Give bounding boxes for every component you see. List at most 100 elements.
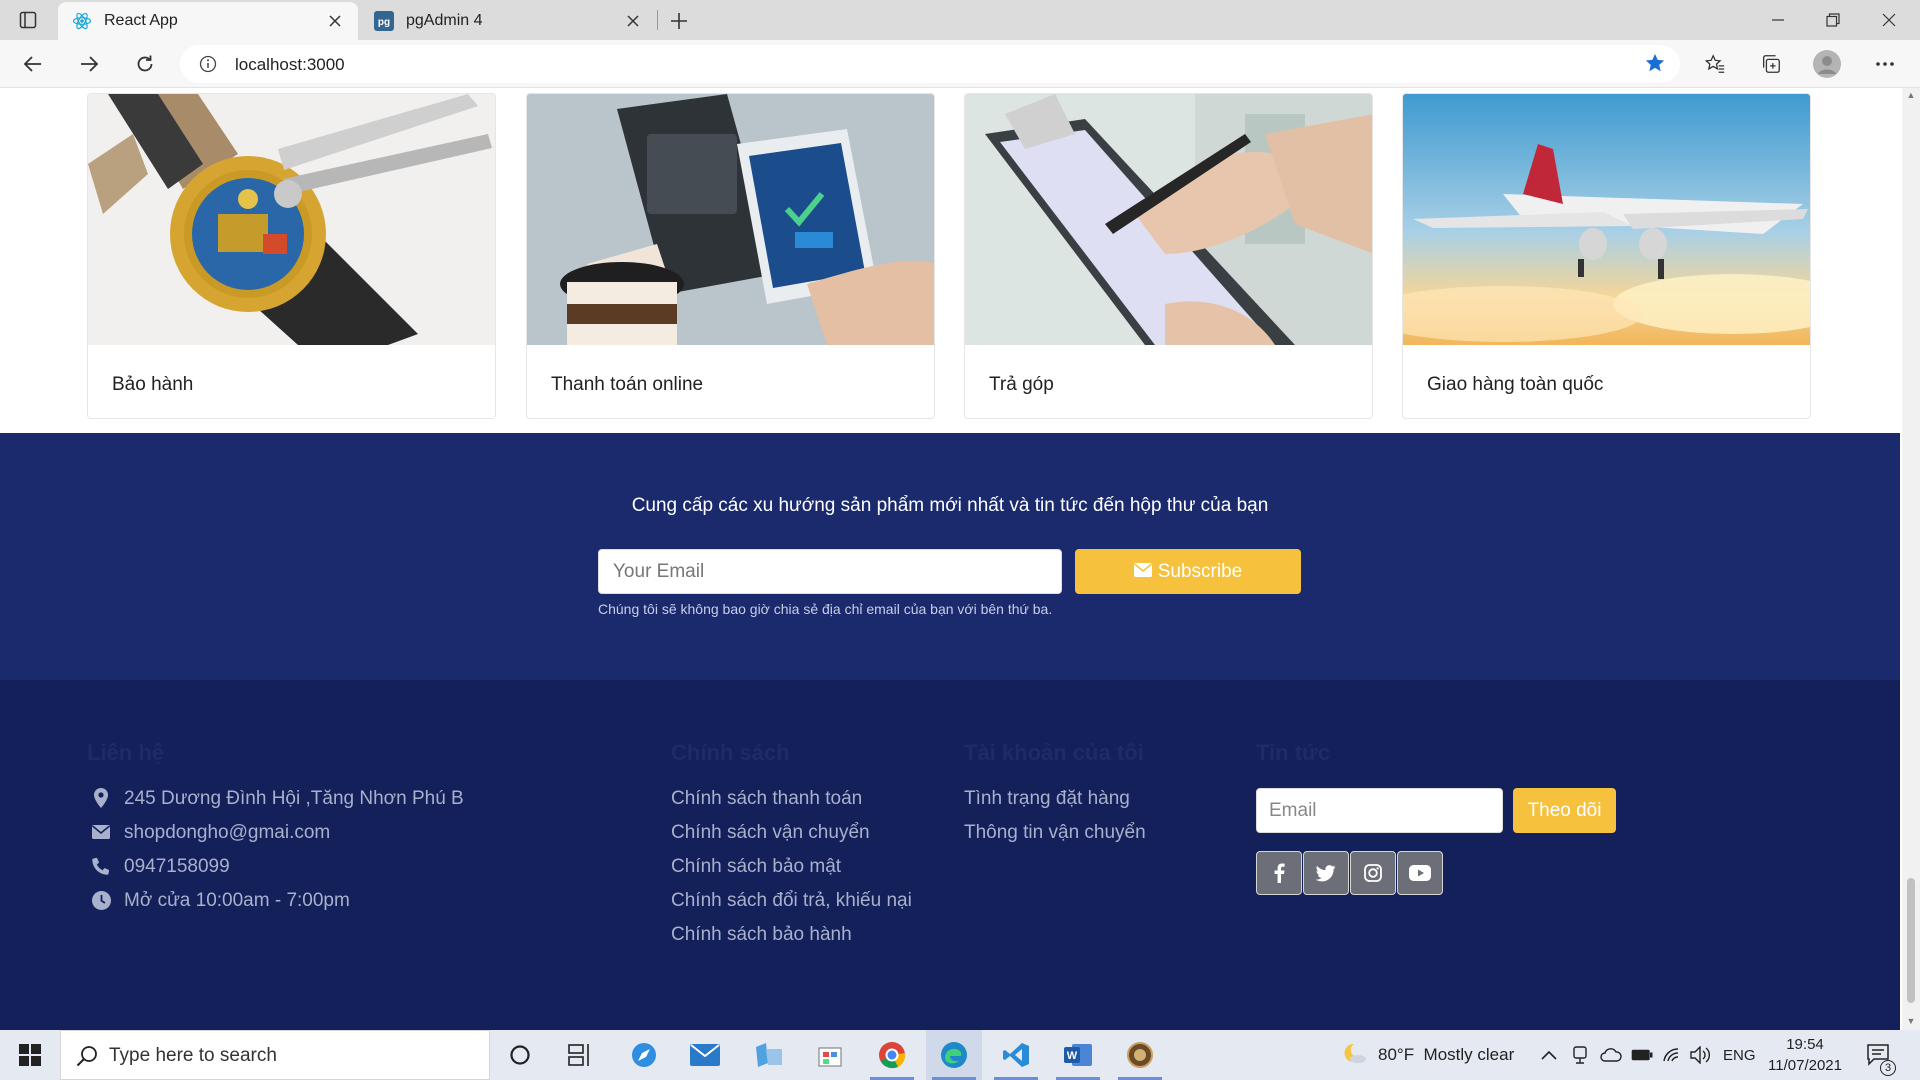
browser-toolbar: localhost:3000 <box>0 40 1920 88</box>
tab-title: pgAdmin 4 <box>406 12 483 29</box>
policy-heading: Chính sách <box>671 740 790 765</box>
battery-icon[interactable] <box>1631 1030 1653 1080</box>
react-icon <box>72 11 92 31</box>
follow-button[interactable]: Theo dõi <box>1513 788 1616 833</box>
windows-taskbar: Type here to search W 80°F Mostly clear … <box>0 1030 1920 1080</box>
account-link-order-status[interactable]: Tình trạng đặt hàng <box>964 788 1130 810</box>
policy-link-privacy[interactable]: Chính sách bảo mật <box>671 856 841 878</box>
refresh-icon[interactable] <box>132 51 158 77</box>
twitter-icon[interactable] <box>1303 851 1349 895</box>
url-text: localhost:3000 <box>235 55 345 74</box>
service-card-installment[interactable]: Trả góp <box>964 93 1373 419</box>
instagram-icon[interactable] <box>1350 851 1396 895</box>
map-marker-icon <box>91 788 111 808</box>
facebook-icon[interactable] <box>1256 851 1302 895</box>
favorite-star-icon[interactable] <box>1644 52 1666 79</box>
language-indicator[interactable]: ENG <box>1723 1030 1756 1080</box>
service-title: Trả góp <box>989 374 1054 395</box>
restore-icon[interactable] <box>1821 8 1845 32</box>
forward-icon[interactable] <box>76 51 102 77</box>
tab-title: React App <box>104 12 178 29</box>
service-card-nationwide-delivery[interactable]: Giao hàng toàn quốc <box>1402 93 1811 419</box>
clock-date: 11/07/2021 <box>1768 1057 1842 1074</box>
taskbar-search-box[interactable]: Type here to search <box>60 1030 490 1080</box>
back-icon[interactable] <box>20 51 46 77</box>
windows-start-icon[interactable] <box>2 1030 58 1080</box>
service-card-online-payment[interactable]: Thanh toán online <box>526 93 935 419</box>
contact-email: shopdongho@gmai.com <box>124 822 331 843</box>
tab-actions-icon[interactable] <box>16 8 40 32</box>
site-footer: Liên hệ 245 Dương Đình Hội ,Tăng Nhơn Ph… <box>0 680 1900 1030</box>
tab-separator <box>657 10 658 30</box>
services-section: Bảo hành Thanh toán online Trả góp Giao … <box>0 88 1900 433</box>
policy-link-shipping[interactable]: Chính sách vận chuyển <box>671 822 870 844</box>
meet-now-icon[interactable] <box>1572 1030 1588 1080</box>
close-tab-icon[interactable] <box>324 10 346 32</box>
volume-icon[interactable] <box>1690 1030 1712 1080</box>
envelope-icon <box>1133 561 1152 583</box>
policy-link-warranty[interactable]: Chính sách bảo hành <box>671 924 852 946</box>
newsletter-section: Cung cấp các xu hướng sản phẩm mới nhất … <box>0 433 1900 680</box>
file-explorer-app-icon[interactable] <box>740 1030 796 1080</box>
clock-time: 19:54 <box>1786 1036 1824 1053</box>
paint-app-icon[interactable] <box>802 1030 858 1080</box>
word-app-icon[interactable]: W <box>1050 1030 1106 1080</box>
minimize-icon[interactable] <box>1766 8 1790 32</box>
tab-pgadmin[interactable]: pg pgAdmin 4 <box>360 2 656 40</box>
service-card-warranty[interactable]: Bảo hành <box>87 93 496 419</box>
youtube-icon[interactable] <box>1397 851 1443 895</box>
notifications-icon[interactable]: 3 <box>1866 1030 1896 1080</box>
scroll-down-arrow-icon[interactable]: ▼ <box>1905 1016 1917 1026</box>
chrome-app-icon[interactable] <box>864 1030 920 1080</box>
edge-app-icon[interactable] <box>926 1030 982 1080</box>
task-view-icon[interactable] <box>552 1030 608 1080</box>
airplane-image <box>1403 94 1810 345</box>
news-heading: Tin tức <box>1256 740 1331 765</box>
vscode-app-icon[interactable] <box>988 1030 1044 1080</box>
mail-app-icon[interactable] <box>677 1030 733 1080</box>
more-menu-icon[interactable] <box>1872 51 1898 77</box>
mobile-payment-image <box>527 94 934 345</box>
profile-avatar-icon[interactable] <box>1813 50 1841 78</box>
policy-link-payment[interactable]: Chính sách thanh toán <box>671 788 862 810</box>
contact-heading: Liên hệ <box>87 740 165 765</box>
scrollbar-thumb[interactable] <box>1907 878 1915 1003</box>
wifi-icon[interactable] <box>1662 1030 1682 1080</box>
tab-react-app[interactable]: React App <box>58 2 358 40</box>
weather-widget[interactable]: 80°F Mostly clear <box>1342 1030 1514 1080</box>
footer-email-input[interactable] <box>1256 788 1503 833</box>
show-hidden-icons-icon[interactable] <box>1541 1030 1557 1080</box>
phone-icon <box>91 856 111 876</box>
subscribe-button[interactable]: Subscribe <box>1075 549 1301 594</box>
game-app-icon[interactable] <box>1112 1030 1168 1080</box>
taskbar-search-placeholder: Type here to search <box>109 1045 277 1066</box>
onedrive-icon[interactable] <box>1600 1030 1622 1080</box>
safari-app-icon[interactable] <box>616 1030 672 1080</box>
new-tab-icon[interactable] <box>666 8 692 34</box>
contact-hours: Mở cửa 10:00am - 7:00pm <box>124 890 350 911</box>
clock-icon <box>91 890 111 910</box>
contact-address: 245 Dương Đình Hội ,Tăng Nhơn Phú B <box>124 788 464 809</box>
svg-text:W: W <box>1067 1050 1078 1062</box>
scroll-up-arrow-icon[interactable]: ▲ <box>1905 90 1917 100</box>
clipboard-signing-image <box>965 94 1372 345</box>
policy-link-returns[interactable]: Chính sách đổi trả, khiếu nại <box>671 890 912 912</box>
account-link-shipping-info[interactable]: Thông tin vận chuyển <box>964 822 1146 844</box>
subscribe-label: Subscribe <box>1157 560 1243 582</box>
favorites-icon[interactable] <box>1702 51 1728 77</box>
close-window-icon[interactable] <box>1877 8 1901 32</box>
weather-text: 80°F Mostly clear <box>1378 1045 1515 1064</box>
pgadmin-icon: pg <box>374 11 394 31</box>
newsletter-email-input[interactable] <box>598 549 1062 594</box>
browser-tab-bar: React App pg pgAdmin 4 <box>0 0 1920 40</box>
taskbar-clock[interactable]: 19:54 11/07/2021 <box>1765 1034 1845 1076</box>
address-bar[interactable]: localhost:3000 <box>180 45 1680 83</box>
site-info-icon[interactable] <box>198 54 218 74</box>
watch-repair-image <box>88 94 495 345</box>
close-tab-icon[interactable] <box>622 10 644 32</box>
page-scrollbar[interactable]: ▲ ▼ <box>1902 88 1920 1030</box>
collections-icon[interactable] <box>1758 51 1784 77</box>
cortana-icon[interactable] <box>492 1030 548 1080</box>
service-title: Bảo hành <box>112 374 194 395</box>
moon-cloud-icon <box>1342 1042 1368 1069</box>
